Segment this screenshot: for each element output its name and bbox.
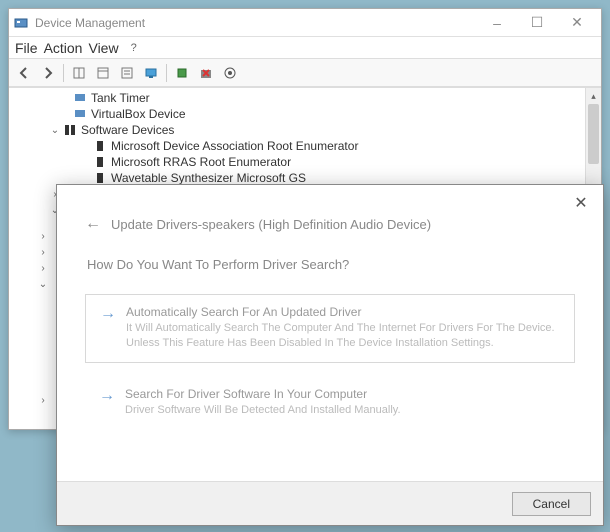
tree-label: Software Devices [81,123,174,137]
auto-search-option[interactable]: → Automatically Search For An Updated Dr… [85,294,575,363]
expand-icon[interactable]: › [37,247,49,258]
tree-item[interactable]: Tank Timer [73,90,597,106]
titlebar: Device Management – ☐ ✕ [9,9,601,37]
close-button[interactable]: ✕ [557,11,597,35]
software-icon [93,155,107,169]
app-icon [13,15,29,31]
dialog-close-button[interactable]: ✕ [569,191,593,215]
tree-item[interactable]: ⌄ Software Devices [49,122,597,138]
category-icon [63,123,77,137]
menu-help[interactable]: ? [131,42,137,54]
collapse-icon[interactable]: ⌄ [49,125,61,136]
scroll-up-icon[interactable]: ▴ [586,88,601,104]
forward-icon[interactable] [37,62,59,84]
uninstall-icon[interactable] [195,62,217,84]
software-icon [93,139,107,153]
tree-item[interactable]: VirtualBox Device [73,106,597,122]
software-icon [93,171,107,185]
tree-label: VirtualBox Device [91,107,186,121]
tree-label: Microsoft Device Association Root Enumer… [111,139,358,153]
dialog-footer: Cancel [57,481,603,525]
dialog-question: How Do You Want To Perform Driver Search… [87,257,575,272]
option-title: Automatically Search For An Updated Driv… [126,305,560,319]
properties-icon[interactable] [92,62,114,84]
menu-action[interactable]: Action [44,40,83,56]
tree-label: Microsoft RRAS Root Enumerator [111,155,291,169]
option-description: It Will Automatically Search The Compute… [126,321,560,352]
scan-icon[interactable] [219,62,241,84]
update-icon[interactable] [171,62,193,84]
maximize-button[interactable]: ☐ [517,11,557,35]
dialog-title: Update Drivers-speakers (High Definition… [111,217,431,232]
back-icon[interactable] [13,62,35,84]
window-title: Device Management [35,16,477,30]
tree-item[interactable]: Microsoft RRAS Root Enumerator [93,154,597,170]
tree-item[interactable]: Microsoft Device Association Root Enumer… [93,138,597,154]
monitor-icon[interactable] [140,62,162,84]
menu-file[interactable]: File [15,40,38,56]
device-icon [73,91,87,105]
arrow-right-icon: → [99,387,115,405]
device-icon [73,107,87,121]
cancel-button[interactable]: Cancel [512,492,591,516]
arrow-right-icon: → [100,305,116,323]
tree-label: Wavetable Synthesizer Microsoft GS [111,171,306,185]
expand-icon[interactable]: › [37,231,49,242]
menubar: File Action View ? [9,37,601,59]
browse-computer-option[interactable]: → Search For Driver Software In Your Com… [85,381,575,424]
scrollbar-thumb[interactable] [588,104,599,164]
toolbar [9,59,601,87]
tree-label: Tank Timer [91,91,150,105]
expand-icon[interactable]: › [37,395,49,406]
show-hide-icon[interactable] [68,62,90,84]
update-drivers-dialog: ✕ ← Update Drivers-speakers (High Defini… [56,184,604,526]
help-icon[interactable] [116,62,138,84]
dialog-back-button[interactable]: ← [85,215,101,233]
menu-view[interactable]: View [88,40,118,56]
collapse-icon[interactable]: ⌄ [37,279,49,290]
expand-icon[interactable]: › [37,263,49,274]
option-description: Driver Software Will Be Detected And Ins… [125,403,561,418]
option-title: Search For Driver Software In Your Compu… [125,387,561,401]
minimize-button[interactable]: – [477,11,517,35]
